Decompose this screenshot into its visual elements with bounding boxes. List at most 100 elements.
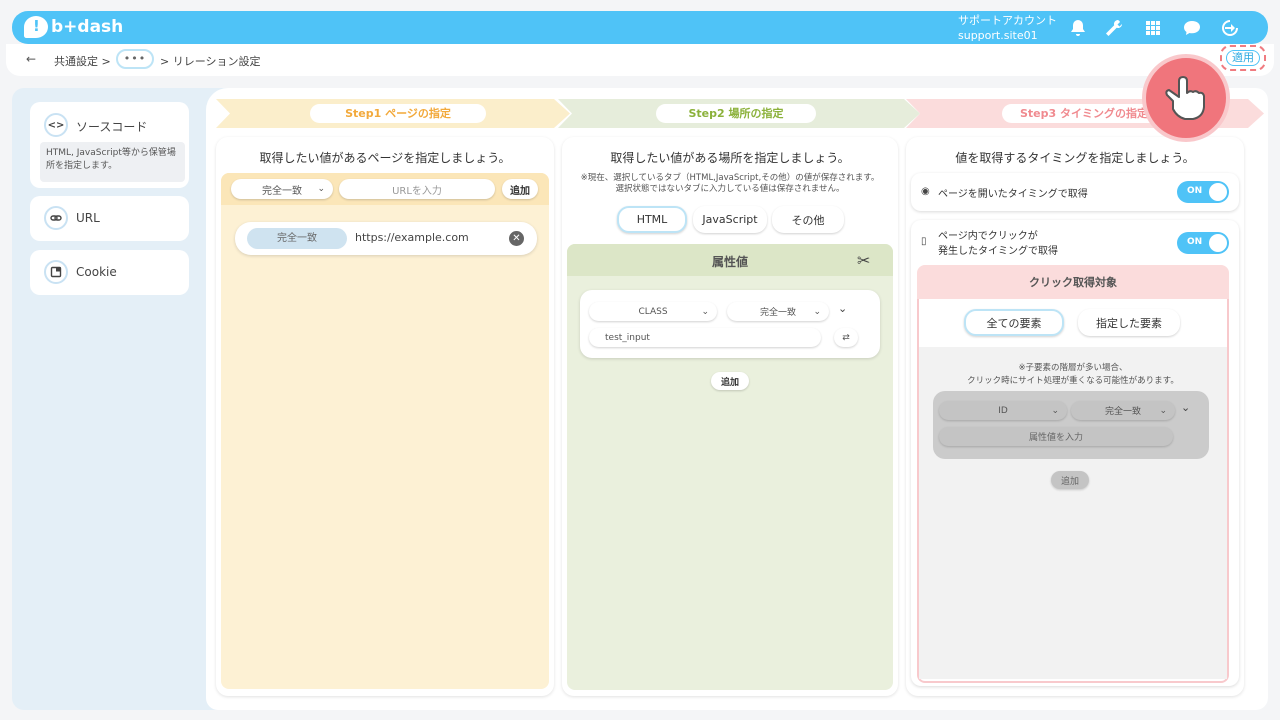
tab-other[interactable]: その他 <box>772 206 844 233</box>
expand-chevron-icon: ⌄ <box>1181 401 1191 414</box>
breadcrumb-current: > リレーション設定 <box>160 55 261 68</box>
disabled-attribute-card: ID ⌄ 完全一致 ⌄ ⌄ 属性値を入力 <box>933 391 1209 459</box>
click-target-title: クリック取得対象 <box>1029 276 1117 289</box>
url-row-value[interactable]: https://example.com <box>355 231 469 244</box>
apply-button-highlight: 適用 <box>1220 45 1266 71</box>
tab-html[interactable]: HTML <box>617 206 687 233</box>
logo-icon <box>24 16 48 38</box>
timing-option-label: ページ内でクリックが 発生したタイミングで取得 <box>938 229 1058 259</box>
click-target-note1: ※子要素の階層が多い場合、 <box>1018 363 1128 373</box>
top-bar: b+dash サポートアカウント support.site01 <box>12 11 1268 44</box>
click-target-note2: クリック時にサイト処理が重くなる可能性があります。 <box>967 376 1179 386</box>
click-toggle[interactable]: ON <box>1177 232 1229 254</box>
match-type-value: 完全一致 <box>262 185 302 197</box>
click-target-body: 全ての要素 指定した要素 ※子要素の階層が多い場合、 クリック時にサイト処理が重… <box>917 299 1229 683</box>
pointer-hand-icon <box>1142 54 1230 142</box>
expand-chevron-icon[interactable]: ⌄ <box>838 302 847 315</box>
timing-option-label-line1: ページ内でクリックが <box>938 231 1038 242</box>
add-url-button[interactable]: 追加 <box>502 179 538 199</box>
step1-title: 取得したい値があるページを指定しましょう。 <box>259 151 511 165</box>
wrench-icon[interactable] <box>1102 16 1126 40</box>
tab-all-elements[interactable]: 全ての要素 <box>964 309 1064 336</box>
logo[interactable]: b+dash <box>24 16 123 38</box>
step2-label: Step2 場所の指定 <box>656 104 816 123</box>
code-icon: <> <box>44 113 68 137</box>
toggle-label: ON <box>1187 186 1203 196</box>
match-type-select: 完全一致 ⌄ <box>1071 401 1175 420</box>
sidebar-item-url[interactable]: URL <box>30 196 189 241</box>
chevron-down-icon: ⌄ <box>813 306 821 317</box>
attribute-select[interactable]: CLASS ⌄ <box>589 302 717 321</box>
match-type-select[interactable]: 完全一致 ⌄ <box>231 179 333 199</box>
sidebar-item-note: HTML, JavaScript等から保管場所を指定します。 <box>40 142 185 182</box>
apply-button[interactable]: 適用 <box>1226 50 1260 66</box>
sidebar-item-source-code[interactable]: <> ソースコード HTML, JavaScript等から保管場所を指定します。 <box>30 102 189 188</box>
step3-label: Step3 タイミングの指定 <box>1002 104 1166 123</box>
timing-option-click: ▯ ページ内でクリックが 発生したタイミングで取得 ON クリック取得対象 全て… <box>911 220 1239 686</box>
chevron-down-icon: ⌄ <box>701 306 709 317</box>
attribute-value-placeholder: 属性値を入力 <box>1028 433 1083 443</box>
attribute-value: test_input <box>605 332 650 343</box>
step2-body: 属性値 ✂ CLASS ⌄ 完全一致 ⌄ ⌄ test_input ⇄ 追加 <box>567 244 893 690</box>
chevron-down-icon: ⌄ <box>1159 405 1167 416</box>
timing-option-label-line2: 発生したタイミングで取得 <box>938 246 1058 257</box>
match-type-value: 完全一致 <box>1104 407 1141 417</box>
timing-option-page-open[interactable]: ◉ ページを開いたタイミングで取得 ON <box>911 173 1239 211</box>
account-name: サポートアカウント <box>958 14 1057 27</box>
chevron-down-icon: ⌄ <box>1051 405 1059 416</box>
page-open-toggle[interactable]: ON <box>1177 181 1229 203</box>
attribute-value-input: 属性値を入力 <box>939 427 1173 446</box>
step1-body: 完全一致 ⌄ URLを入力 追加 完全一致 https://example.com… <box>221 173 549 689</box>
link-icon <box>44 206 68 230</box>
scissors-icon[interactable]: ✂ <box>857 251 870 270</box>
tab-specified-elements[interactable]: 指定した要素 <box>1078 309 1180 336</box>
attribute-value-input[interactable]: test_input <box>589 328 821 347</box>
url-input[interactable]: URLを入力 <box>339 179 495 199</box>
attribute-card: CLASS ⌄ 完全一致 ⌄ ⌄ test_input ⇄ <box>580 290 880 358</box>
account-site: support.site01 <box>958 29 1038 42</box>
match-type-value: 完全一致 <box>759 308 796 318</box>
sidebar-item-cookie[interactable]: Cookie <box>30 250 189 295</box>
step1-panel: 取得したい値があるページを指定しましょう。 完全一致 ⌄ URLを入力 追加 完全… <box>216 137 554 696</box>
step1-arrow: Step1 ページの指定 <box>216 99 570 128</box>
click-target-header: クリック取得対象 <box>917 265 1229 299</box>
add-attribute-button-disabled: 追加 <box>1051 471 1089 489</box>
url-row-match[interactable]: 完全一致 <box>247 228 347 249</box>
eye-icon: ◉ <box>921 186 930 197</box>
chat-icon[interactable] <box>1180 16 1204 40</box>
tab-javascript[interactable]: JavaScript <box>693 206 767 233</box>
back-arrow-icon[interactable]: ← <box>26 52 36 66</box>
sidebar-item-label: Cookie <box>76 265 117 279</box>
window-icon <box>44 260 68 284</box>
breadcrumb-bar: ← 共通設定 > ••• > リレーション設定 適用 <box>6 44 1274 76</box>
attribute-select-value: CLASS <box>638 306 668 317</box>
step2-panel: 取得したい値がある場所を指定しましょう。 ※現在、選択しているタブ（HTML,J… <box>562 137 898 696</box>
bell-icon[interactable] <box>1066 16 1090 40</box>
sidebar-item-label: URL <box>76 211 100 225</box>
add-attribute-button[interactable]: 追加 <box>711 372 749 390</box>
mouse-icon: ▯ <box>921 236 927 247</box>
remove-icon[interactable]: ✕ <box>509 231 524 246</box>
logout-icon[interactable] <box>1218 16 1242 40</box>
click-target-content: ※子要素の階層が多い場合、 クリック時にサイト処理が重くなる可能性があります。 … <box>919 347 1227 679</box>
toggle-label: ON <box>1187 237 1203 247</box>
attribute-title: 属性値 <box>711 255 748 269</box>
url-row: 完全一致 https://example.com ✕ <box>235 222 537 255</box>
account-info[interactable]: サポートアカウント support.site01 <box>958 13 1057 43</box>
collapse-icon[interactable]: ⇄ <box>834 328 858 347</box>
chevron-down-icon: ⌄ <box>317 184 325 194</box>
url-input-placeholder: URLを入力 <box>392 185 442 197</box>
step3-panel: 値を取得するタイミングを指定しましょう。 ◉ ページを開いたタイミングで取得 O… <box>906 137 1244 696</box>
breadcrumb-common-settings[interactable]: 共通設定 > <box>54 53 111 69</box>
step2-note2: 選択状態ではないタブに入力している値は保存されません。 <box>615 184 845 194</box>
attribute-select-value: ID <box>998 405 1008 416</box>
grid-icon[interactable] <box>1141 16 1165 40</box>
step1-label: Step1 ページの指定 <box>310 104 486 123</box>
sidebar-item-label: ソースコード <box>76 120 148 134</box>
step2-arrow: Step2 場所の指定 <box>558 99 920 128</box>
step2-title: 取得したい値がある場所を指定しましょう。 <box>610 151 850 165</box>
match-type-select[interactable]: 完全一致 ⌄ <box>727 302 829 321</box>
logo-text: b+dash <box>51 17 124 37</box>
step3-title: 値を取得するタイミングを指定しましょう。 <box>955 151 1195 165</box>
breadcrumb-more-button[interactable]: ••• <box>116 49 154 69</box>
